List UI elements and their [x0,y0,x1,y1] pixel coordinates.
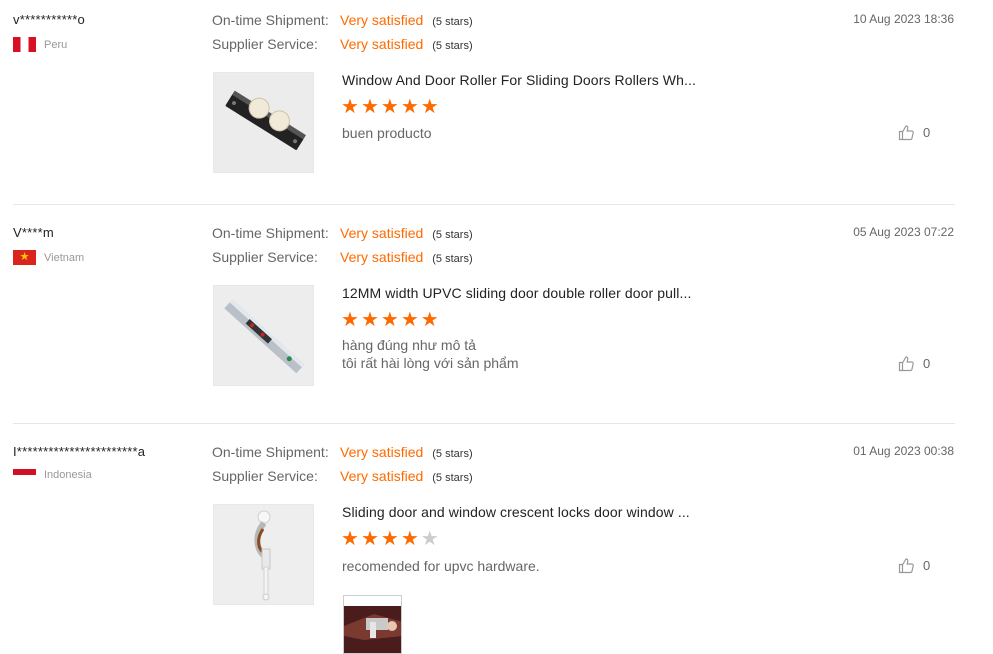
star-icon: ★ [420,309,439,331]
thumbs-up-icon [898,558,914,574]
service-value: Very satisfied [340,249,424,265]
like-button[interactable]: 0 [898,355,930,372]
review-comment: recomended for upvc hardware. [342,558,540,574]
shipment-value: Very satisfied [340,444,424,460]
product-thumbnail[interactable] [213,504,314,605]
review-stars: ★ ★ ★ ★ ★ [341,310,441,330]
service-stars-text: (5 stars) [432,253,473,265]
reviewer-name: v***********o [13,12,85,27]
star-icon: ★ [360,309,379,331]
product-title-link[interactable]: Window And Door Roller For Sliding Doors… [342,72,696,88]
review-photo[interactable] [343,595,402,654]
reviewer-country: ★ Vietnam [13,250,84,265]
reviewer-name: V****m [13,225,54,240]
product-thumbnail[interactable] [213,72,314,173]
reviewer-country: Peru [13,37,67,52]
review-comment: hàng đúng như mô tả tôi rất hài lòng với… [342,336,519,372]
service-label: Supplier Service: [212,36,318,52]
star-icon: ★ [400,96,419,118]
review-date: 10 Aug 2023 18:36 [853,12,954,26]
country-name: Indonesia [44,469,92,481]
shipment-value: Very satisfied [340,12,424,28]
peru-flag-icon [13,37,36,52]
product-title-link[interactable]: Sliding door and window crescent locks d… [342,504,690,520]
divider [13,423,955,424]
country-name: Vietnam [44,251,85,264]
like-count: 0 [923,356,931,371]
divider [13,204,955,205]
reviewer-name: I***********************a [13,444,146,459]
star-icon: ★ [400,528,419,550]
review-stars: ★ ★ ★ ★ ★ [341,97,441,117]
star-icon: ★ [360,528,379,550]
review-date: 05 Aug 2023 07:22 [853,225,954,239]
shipment-rating: On-time Shipment: Very satisfied (5 star… [212,444,473,460]
service-stars-text: (5 stars) [432,472,473,484]
vietnam-flag-icon: ★ [13,250,36,265]
service-rating: Supplier Service: Very satisfied (5 star… [212,468,473,484]
star-icon: ★ [341,309,359,331]
shipment-label: On-time Shipment: [212,444,329,460]
service-label: Supplier Service: [212,249,318,265]
shipment-value: Very satisfied [340,225,424,241]
star-icon: ★ [341,528,359,550]
star-icon: ★ [420,528,439,550]
product-title-link[interactable]: 12MM width UPVC sliding door double roll… [342,285,691,301]
service-rating: Supplier Service: Very satisfied (5 star… [212,249,473,265]
shipment-stars-text: (5 stars) [432,448,473,460]
like-button[interactable]: 0 [898,124,930,141]
review-stars: ★ ★ ★ ★ ★ [341,529,441,549]
like-button[interactable]: 0 [898,557,930,574]
shipment-label: On-time Shipment: [212,12,329,28]
reviewer-country: Indonesia [13,469,92,481]
service-label: Supplier Service: [212,468,318,484]
service-rating: Supplier Service: Very satisfied (5 star… [212,36,473,52]
product-thumbnail[interactable] [213,285,314,386]
country-name: Peru [44,38,68,51]
thumbs-up-icon [898,356,914,372]
review-comment-line: hàng đúng như mô tả [342,337,476,353]
review-date: 01 Aug 2023 00:38 [853,444,954,458]
shipment-label: On-time Shipment: [212,225,329,241]
star-icon: ★ [420,96,439,118]
service-value: Very satisfied [340,468,424,484]
shipment-rating: On-time Shipment: Very satisfied (5 star… [212,225,473,241]
star-icon: ★ [400,309,419,331]
star-icon: ★ [380,309,399,331]
review-comment: buen producto [342,125,432,141]
shipment-rating: On-time Shipment: Very satisfied (5 star… [212,12,473,28]
like-count: 0 [923,125,931,140]
star-icon: ★ [380,528,399,550]
indonesia-flag-icon [13,469,36,481]
review-comment-line: tôi rất hài lòng với sản phẩm [342,355,519,371]
shipment-stars-text: (5 stars) [432,229,473,241]
like-count: 0 [923,558,931,573]
star-icon: ★ [360,96,379,118]
thumbs-up-icon [898,125,914,141]
shipment-stars-text: (5 stars) [432,16,473,28]
service-value: Very satisfied [340,36,424,52]
star-icon: ★ [380,96,399,118]
star-icon: ★ [341,96,359,118]
service-stars-text: (5 stars) [432,40,473,52]
